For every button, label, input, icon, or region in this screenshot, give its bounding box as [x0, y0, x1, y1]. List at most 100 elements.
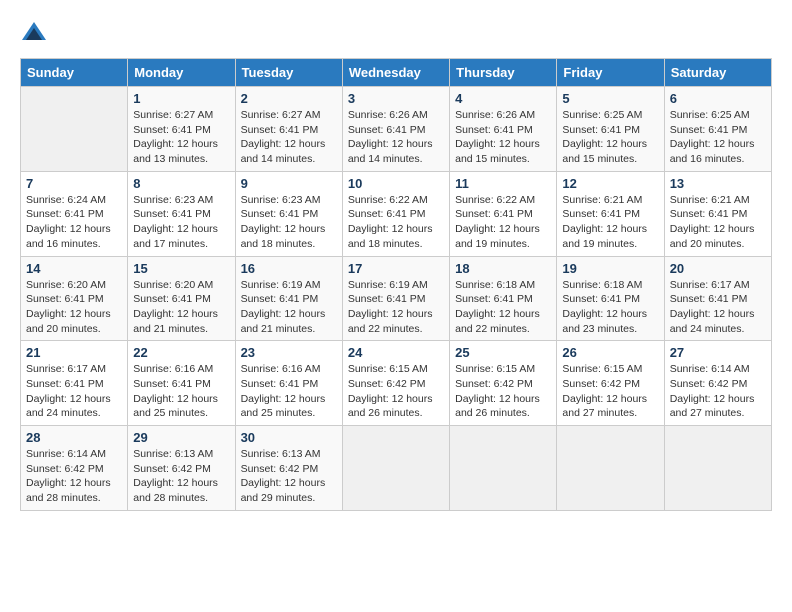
day-number: 1 [133, 91, 229, 106]
day-cell: 9 Sunrise: 6:23 AMSunset: 6:41 PMDaylight… [235, 171, 342, 256]
week-row-1: 1 Sunrise: 6:27 AMSunset: 6:41 PMDaylight… [21, 87, 772, 172]
week-row-3: 14 Sunrise: 6:20 AMSunset: 6:41 PMDayligh… [21, 256, 772, 341]
day-cell: 19 Sunrise: 6:18 AMSunset: 6:41 PMDayligh… [557, 256, 664, 341]
day-info: Sunrise: 6:22 AMSunset: 6:41 PMDaylight:… [455, 193, 551, 252]
day-info: Sunrise: 6:18 AMSunset: 6:41 PMDaylight:… [562, 278, 658, 337]
col-header-thursday: Thursday [450, 59, 557, 87]
day-cell [557, 426, 664, 511]
day-info: Sunrise: 6:20 AMSunset: 6:41 PMDaylight:… [26, 278, 122, 337]
day-info: Sunrise: 6:24 AMSunset: 6:41 PMDaylight:… [26, 193, 122, 252]
day-number: 4 [455, 91, 551, 106]
day-cell: 4 Sunrise: 6:26 AMSunset: 6:41 PMDaylight… [450, 87, 557, 172]
day-number: 7 [26, 176, 122, 191]
day-info: Sunrise: 6:15 AMSunset: 6:42 PMDaylight:… [455, 362, 551, 421]
day-info: Sunrise: 6:23 AMSunset: 6:41 PMDaylight:… [241, 193, 337, 252]
day-info: Sunrise: 6:15 AMSunset: 6:42 PMDaylight:… [348, 362, 444, 421]
day-cell: 12 Sunrise: 6:21 AMSunset: 6:41 PMDayligh… [557, 171, 664, 256]
day-cell: 2 Sunrise: 6:27 AMSunset: 6:41 PMDaylight… [235, 87, 342, 172]
logo [20, 20, 52, 48]
day-info: Sunrise: 6:25 AMSunset: 6:41 PMDaylight:… [562, 108, 658, 167]
day-number: 5 [562, 91, 658, 106]
col-header-monday: Monday [128, 59, 235, 87]
col-header-tuesday: Tuesday [235, 59, 342, 87]
day-number: 10 [348, 176, 444, 191]
day-number: 3 [348, 91, 444, 106]
day-cell: 3 Sunrise: 6:26 AMSunset: 6:41 PMDaylight… [342, 87, 449, 172]
week-row-4: 21 Sunrise: 6:17 AMSunset: 6:41 PMDayligh… [21, 341, 772, 426]
day-info: Sunrise: 6:20 AMSunset: 6:41 PMDaylight:… [133, 278, 229, 337]
day-number: 21 [26, 345, 122, 360]
col-header-friday: Friday [557, 59, 664, 87]
day-number: 19 [562, 261, 658, 276]
day-cell: 17 Sunrise: 6:19 AMSunset: 6:41 PMDayligh… [342, 256, 449, 341]
day-number: 9 [241, 176, 337, 191]
day-cell: 1 Sunrise: 6:27 AMSunset: 6:41 PMDaylight… [128, 87, 235, 172]
day-cell: 18Sunrise: 6:18 AMSunset: 6:41 PMDayligh… [450, 256, 557, 341]
header-row: SundayMondayTuesdayWednesdayThursdayFrid… [21, 59, 772, 87]
day-info: Sunrise: 6:27 AMSunset: 6:41 PMDaylight:… [241, 108, 337, 167]
day-cell: 29Sunrise: 6:13 AMSunset: 6:42 PMDayligh… [128, 426, 235, 511]
day-cell: 22 Sunrise: 6:16 AMSunset: 6:41 PMDayligh… [128, 341, 235, 426]
day-number: 20 [670, 261, 766, 276]
logo-icon [20, 20, 48, 48]
day-number: 22 [133, 345, 229, 360]
day-cell: 25 Sunrise: 6:15 AMSunset: 6:42 PMDayligh… [450, 341, 557, 426]
day-number: 25 [455, 345, 551, 360]
day-info: Sunrise: 6:27 AMSunset: 6:41 PMDaylight:… [133, 108, 229, 167]
day-cell: 8 Sunrise: 6:23 AMSunset: 6:41 PMDaylight… [128, 171, 235, 256]
day-info: Sunrise: 6:23 AMSunset: 6:41 PMDaylight:… [133, 193, 229, 252]
day-cell: 30 Sunrise: 6:13 AMSunset: 6:42 PMDayligh… [235, 426, 342, 511]
day-cell: 15Sunrise: 6:20 AMSunset: 6:41 PMDayligh… [128, 256, 235, 341]
page-header [20, 20, 772, 48]
col-header-sunday: Sunday [21, 59, 128, 87]
day-info: Sunrise: 6:14 AMSunset: 6:42 PMDaylight:… [670, 362, 766, 421]
day-cell [450, 426, 557, 511]
day-cell: 16 Sunrise: 6:19 AMSunset: 6:41 PMDayligh… [235, 256, 342, 341]
day-number: 2 [241, 91, 337, 106]
day-cell: 14 Sunrise: 6:20 AMSunset: 6:41 PMDayligh… [21, 256, 128, 341]
day-number: 18 [455, 261, 551, 276]
day-info: Sunrise: 6:21 AMSunset: 6:41 PMDaylight:… [670, 193, 766, 252]
day-info: Sunrise: 6:17 AMSunset: 6:41 PMDaylight:… [26, 362, 122, 421]
day-number: 28 [26, 430, 122, 445]
day-number: 6 [670, 91, 766, 106]
day-number: 14 [26, 261, 122, 276]
day-number: 12 [562, 176, 658, 191]
day-number: 16 [241, 261, 337, 276]
day-number: 26 [562, 345, 658, 360]
day-cell: 28 Sunrise: 6:14 AMSunset: 6:42 PMDayligh… [21, 426, 128, 511]
day-cell: 6 Sunrise: 6:25 AMSunset: 6:41 PMDaylight… [664, 87, 771, 172]
day-number: 27 [670, 345, 766, 360]
day-number: 8 [133, 176, 229, 191]
calendar-table: SundayMondayTuesdayWednesdayThursdayFrid… [20, 58, 772, 511]
day-number: 29 [133, 430, 229, 445]
day-number: 30 [241, 430, 337, 445]
week-row-2: 7 Sunrise: 6:24 AMSunset: 6:41 PMDaylight… [21, 171, 772, 256]
day-cell: 23Sunrise: 6:16 AMSunset: 6:41 PMDayligh… [235, 341, 342, 426]
day-cell: 21 Sunrise: 6:17 AMSunset: 6:41 PMDayligh… [21, 341, 128, 426]
day-number: 23 [241, 345, 337, 360]
day-info: Sunrise: 6:22 AMSunset: 6:41 PMDaylight:… [348, 193, 444, 252]
day-info: Sunrise: 6:19 AMSunset: 6:41 PMDaylight:… [241, 278, 337, 337]
day-cell: 10 Sunrise: 6:22 AMSunset: 6:41 PMDayligh… [342, 171, 449, 256]
day-cell: 24 Sunrise: 6:15 AMSunset: 6:42 PMDayligh… [342, 341, 449, 426]
day-info: Sunrise: 6:26 AMSunset: 6:41 PMDaylight:… [455, 108, 551, 167]
day-number: 24 [348, 345, 444, 360]
day-number: 11 [455, 176, 551, 191]
week-row-5: 28 Sunrise: 6:14 AMSunset: 6:42 PMDayligh… [21, 426, 772, 511]
day-info: Sunrise: 6:16 AMSunset: 6:41 PMDaylight:… [133, 362, 229, 421]
day-info: Sunrise: 6:13 AMSunset: 6:42 PMDaylight:… [241, 447, 337, 506]
day-info: Sunrise: 6:19 AMSunset: 6:41 PMDaylight:… [348, 278, 444, 337]
day-number: 17 [348, 261, 444, 276]
col-header-wednesday: Wednesday [342, 59, 449, 87]
day-cell [664, 426, 771, 511]
day-cell: 7 Sunrise: 6:24 AMSunset: 6:41 PMDaylight… [21, 171, 128, 256]
day-info: Sunrise: 6:21 AMSunset: 6:41 PMDaylight:… [562, 193, 658, 252]
day-info: Sunrise: 6:25 AMSunset: 6:41 PMDaylight:… [670, 108, 766, 167]
day-cell: 5 Sunrise: 6:25 AMSunset: 6:41 PMDaylight… [557, 87, 664, 172]
day-cell: 11 Sunrise: 6:22 AMSunset: 6:41 PMDayligh… [450, 171, 557, 256]
day-cell: 20Sunrise: 6:17 AMSunset: 6:41 PMDayligh… [664, 256, 771, 341]
day-info: Sunrise: 6:26 AMSunset: 6:41 PMDaylight:… [348, 108, 444, 167]
day-info: Sunrise: 6:14 AMSunset: 6:42 PMDaylight:… [26, 447, 122, 506]
col-header-saturday: Saturday [664, 59, 771, 87]
